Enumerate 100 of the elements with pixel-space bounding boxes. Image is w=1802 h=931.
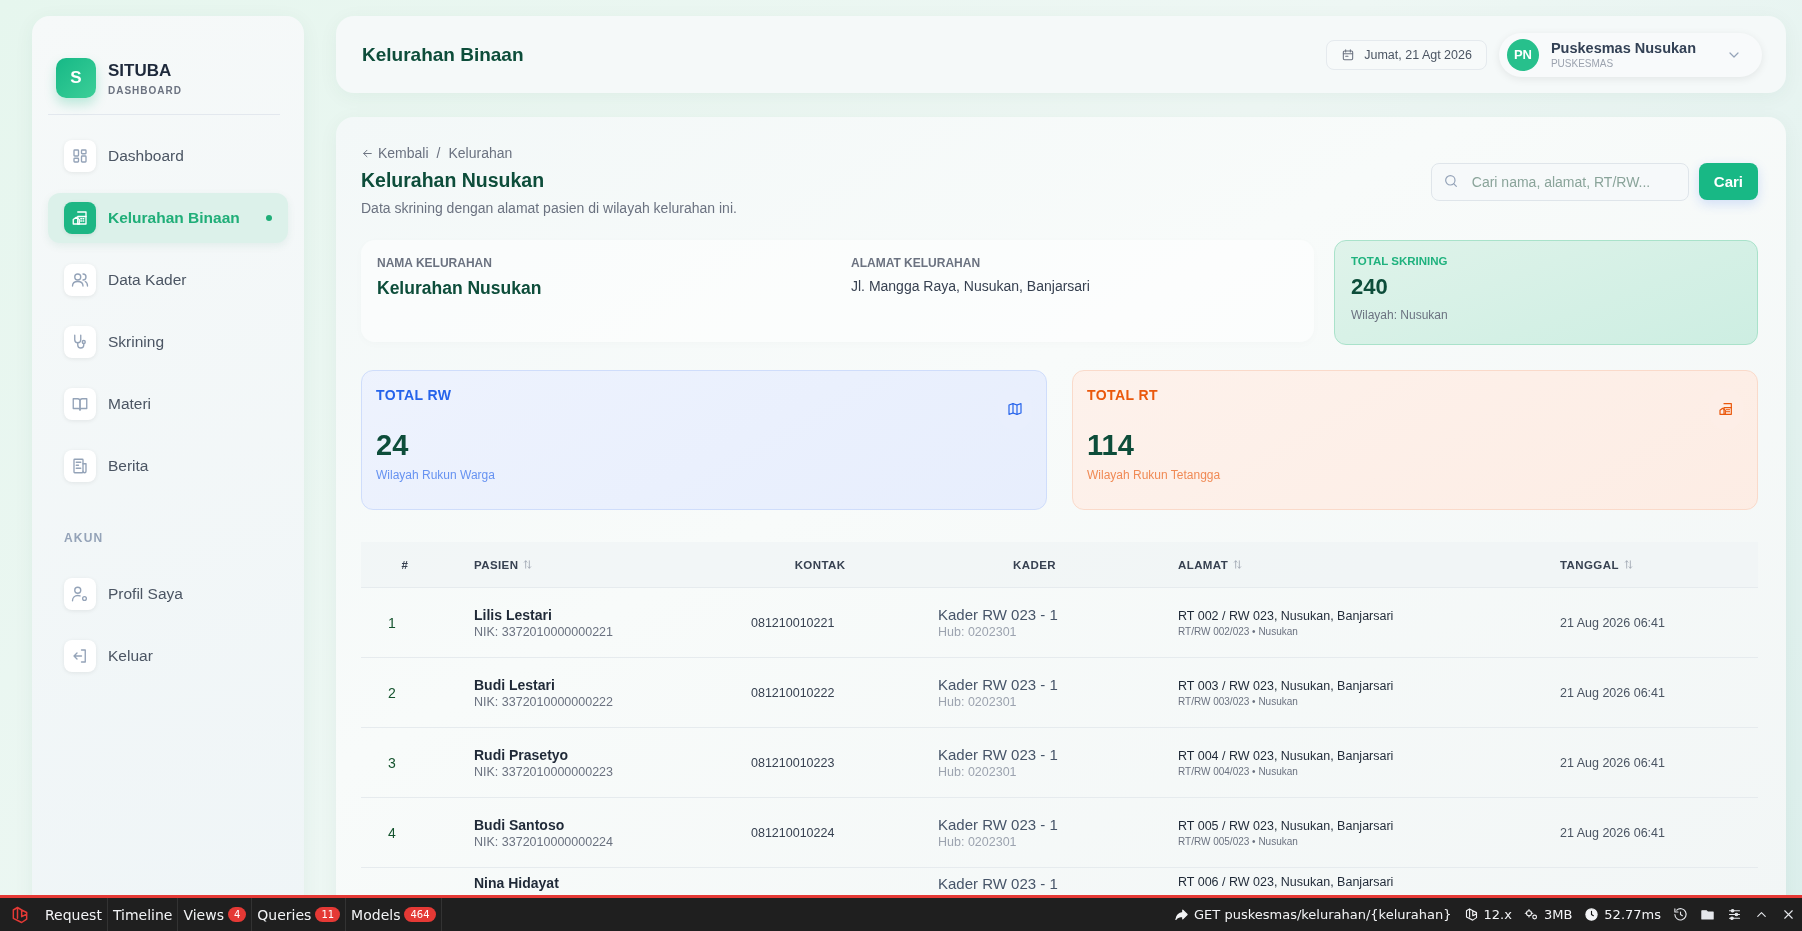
debug-info: GET puskesmas/kelurahan/{kelurahan}: [1194, 907, 1452, 922]
field-label: ALAMAT KELURAHAN: [851, 256, 982, 270]
contact-number: 081210010223: [751, 755, 836, 770]
stethoscope-icon: [71, 333, 89, 351]
patient-nik: NIK: 3372010000000221: [474, 624, 614, 639]
sidebar-item[interactable]: Berita: [48, 441, 288, 491]
debug-tab[interactable]: Models 464: [346, 898, 442, 931]
stat-label: TOTAL RW: [376, 387, 453, 403]
address-text: RT 004 / RW 023, Nusukan, Banjarsari: [1178, 748, 1395, 763]
row-number: 1: [388, 614, 397, 631]
folder-icon[interactable]: [1700, 907, 1715, 922]
sidebar-item[interactable]: Keluar: [48, 631, 288, 681]
brand-name: SITUBA: [108, 60, 173, 81]
address-text: RT 003 / RW 023, Nusukan, Banjarsari: [1178, 678, 1395, 693]
settings-icon[interactable]: [1727, 907, 1742, 922]
search-field[interactable]: Cari nama, alamat, RT/RW...: [1430, 163, 1689, 201]
column-header: #: [401, 558, 409, 571]
debug-tab[interactable]: Views 4: [178, 898, 253, 931]
history-icon[interactable]: [1673, 907, 1688, 922]
field-value: Kelurahan Nusukan: [377, 278, 543, 299]
column-header: KONTAK: [794, 558, 846, 571]
row-number: 3: [388, 754, 397, 771]
debug-tab[interactable]: Queries 11: [252, 898, 347, 931]
debug-tab[interactable]: Request: [40, 898, 108, 931]
page-title: Kelurahan Nusukan: [361, 169, 546, 192]
kader-name: Kader RW 023 - 1: [938, 746, 1059, 763]
calendar-icon: [1341, 47, 1356, 62]
user-gear-icon: [71, 585, 89, 603]
sidebar-item[interactable]: Dashboard: [48, 131, 288, 181]
stat-value: 240: [1351, 274, 1389, 300]
contact-number: 081210010221: [751, 615, 836, 630]
book-icon: [71, 395, 89, 413]
building-icon: [71, 209, 89, 227]
patient-nik: NIK: 3372010000000224: [474, 834, 614, 849]
column-header: KADER: [1013, 558, 1056, 571]
contact-number: 081210010224: [751, 825, 836, 840]
address-text: RT 005 / RW 023, Nusukan, Banjarsari: [1178, 818, 1395, 833]
brand-subtitle: DASHBOARD: [108, 84, 182, 96]
search-icon: [1442, 173, 1459, 189]
user-menu[interactable]: PN Puskesmas Nusukan PUSKESMAS: [1498, 32, 1762, 77]
count-badge: 464: [404, 907, 436, 922]
patient-nik: NIK: 3372010000000222: [474, 694, 614, 709]
patient-name: Rudi Prasetyo: [474, 746, 570, 763]
breadcrumb-current: Kelurahan: [448, 145, 513, 161]
sidebar-item[interactable]: Materi: [48, 379, 288, 429]
kader-name: Kader RW 023 - 1: [938, 875, 1059, 892]
screening-date: 21 Aug 2026 06:41: [1560, 615, 1666, 630]
screening-date: 21 Aug 2026 06:41: [1560, 825, 1666, 840]
kader-hub: Hub: 0202301: [938, 695, 1018, 709]
logo-icon: [1463, 907, 1479, 922]
sidebar-item[interactable]: Skrining: [48, 317, 288, 367]
debug-info: 52.77ms: [1604, 907, 1661, 922]
avatar: PN: [1506, 38, 1539, 71]
address-detail: RT/RW 002/023 • Nusukan: [1178, 625, 1299, 637]
kader-name: Kader RW 023 - 1: [938, 606, 1059, 623]
address-detail: RT/RW 005/023 • Nusukan: [1178, 835, 1299, 847]
map-icon: [1007, 401, 1023, 417]
newspaper-icon: [71, 457, 89, 475]
column-header: TANGGAL: [1560, 558, 1619, 571]
logout-icon: [71, 647, 89, 665]
page-subtitle: Data skrining dengan alamat pasien di wilayah kelurahan ini.: [361, 200, 738, 216]
breadcrumb-separator: /: [436, 145, 441, 161]
close-icon[interactable]: [1781, 907, 1796, 922]
sidebar-item[interactable]: Data Kader: [48, 255, 288, 305]
stat-value: 24: [376, 429, 410, 462]
row-number: 4: [388, 824, 397, 841]
address-text: RT 002 / RW 023, Nusukan, Banjarsari: [1178, 608, 1395, 623]
count-badge: 4: [227, 907, 247, 922]
page-header-title: Kelurahan Binaan: [362, 43, 525, 66]
screening-date: 21 Aug 2026 06:41: [1560, 755, 1666, 770]
patient-name: Budi Lestari: [474, 676, 556, 693]
screening-date: 21 Aug 2026 06:41: [1560, 685, 1666, 700]
stat-note: Wilayah: Nusukan: [1351, 308, 1449, 322]
column-header: PASIEN: [474, 558, 519, 571]
app-logo: S: [56, 58, 96, 98]
debug-tab[interactable]: Timeline: [107, 898, 179, 931]
patient-nik: NIK: 3372010000000223: [474, 764, 614, 779]
patient-name: Budi Santoso: [474, 816, 566, 833]
column-header: ALAMAT: [1178, 558, 1229, 571]
debug-info: 3MB: [1543, 907, 1573, 922]
clock-icon: [1584, 907, 1600, 922]
back-link[interactable]: Kembali: [361, 145, 429, 161]
kader-hub: Hub: 0202301: [938, 765, 1018, 779]
field-label: NAMA KELURAHAN: [377, 256, 493, 270]
kader-name: Kader RW 023 - 1: [938, 816, 1059, 833]
address-detail: RT/RW 004/023 • Nusukan: [1178, 765, 1299, 777]
active-dot: [266, 215, 272, 221]
sidebar-item[interactable]: Profil Saya: [48, 569, 288, 619]
stat-label: TOTAL SKRINING: [1351, 255, 1449, 267]
section-label: AKUN: [64, 531, 105, 545]
users-icon: [71, 271, 89, 289]
kader-hub: Hub: 0202301: [938, 625, 1018, 639]
logo-icon: [10, 904, 30, 925]
share-icon: [1174, 907, 1190, 922]
address-detail: RT/RW 003/023 • Nusukan: [1178, 695, 1299, 707]
address-text: RT 006 / RW 023, Nusukan, Banjarsari: [1178, 875, 1395, 889]
kader-name: Kader RW 023 - 1: [938, 676, 1059, 693]
count-badge: 11: [315, 907, 341, 922]
debug-info: 12.x: [1483, 907, 1512, 922]
kader-hub: Hub: 0202301: [938, 835, 1018, 849]
